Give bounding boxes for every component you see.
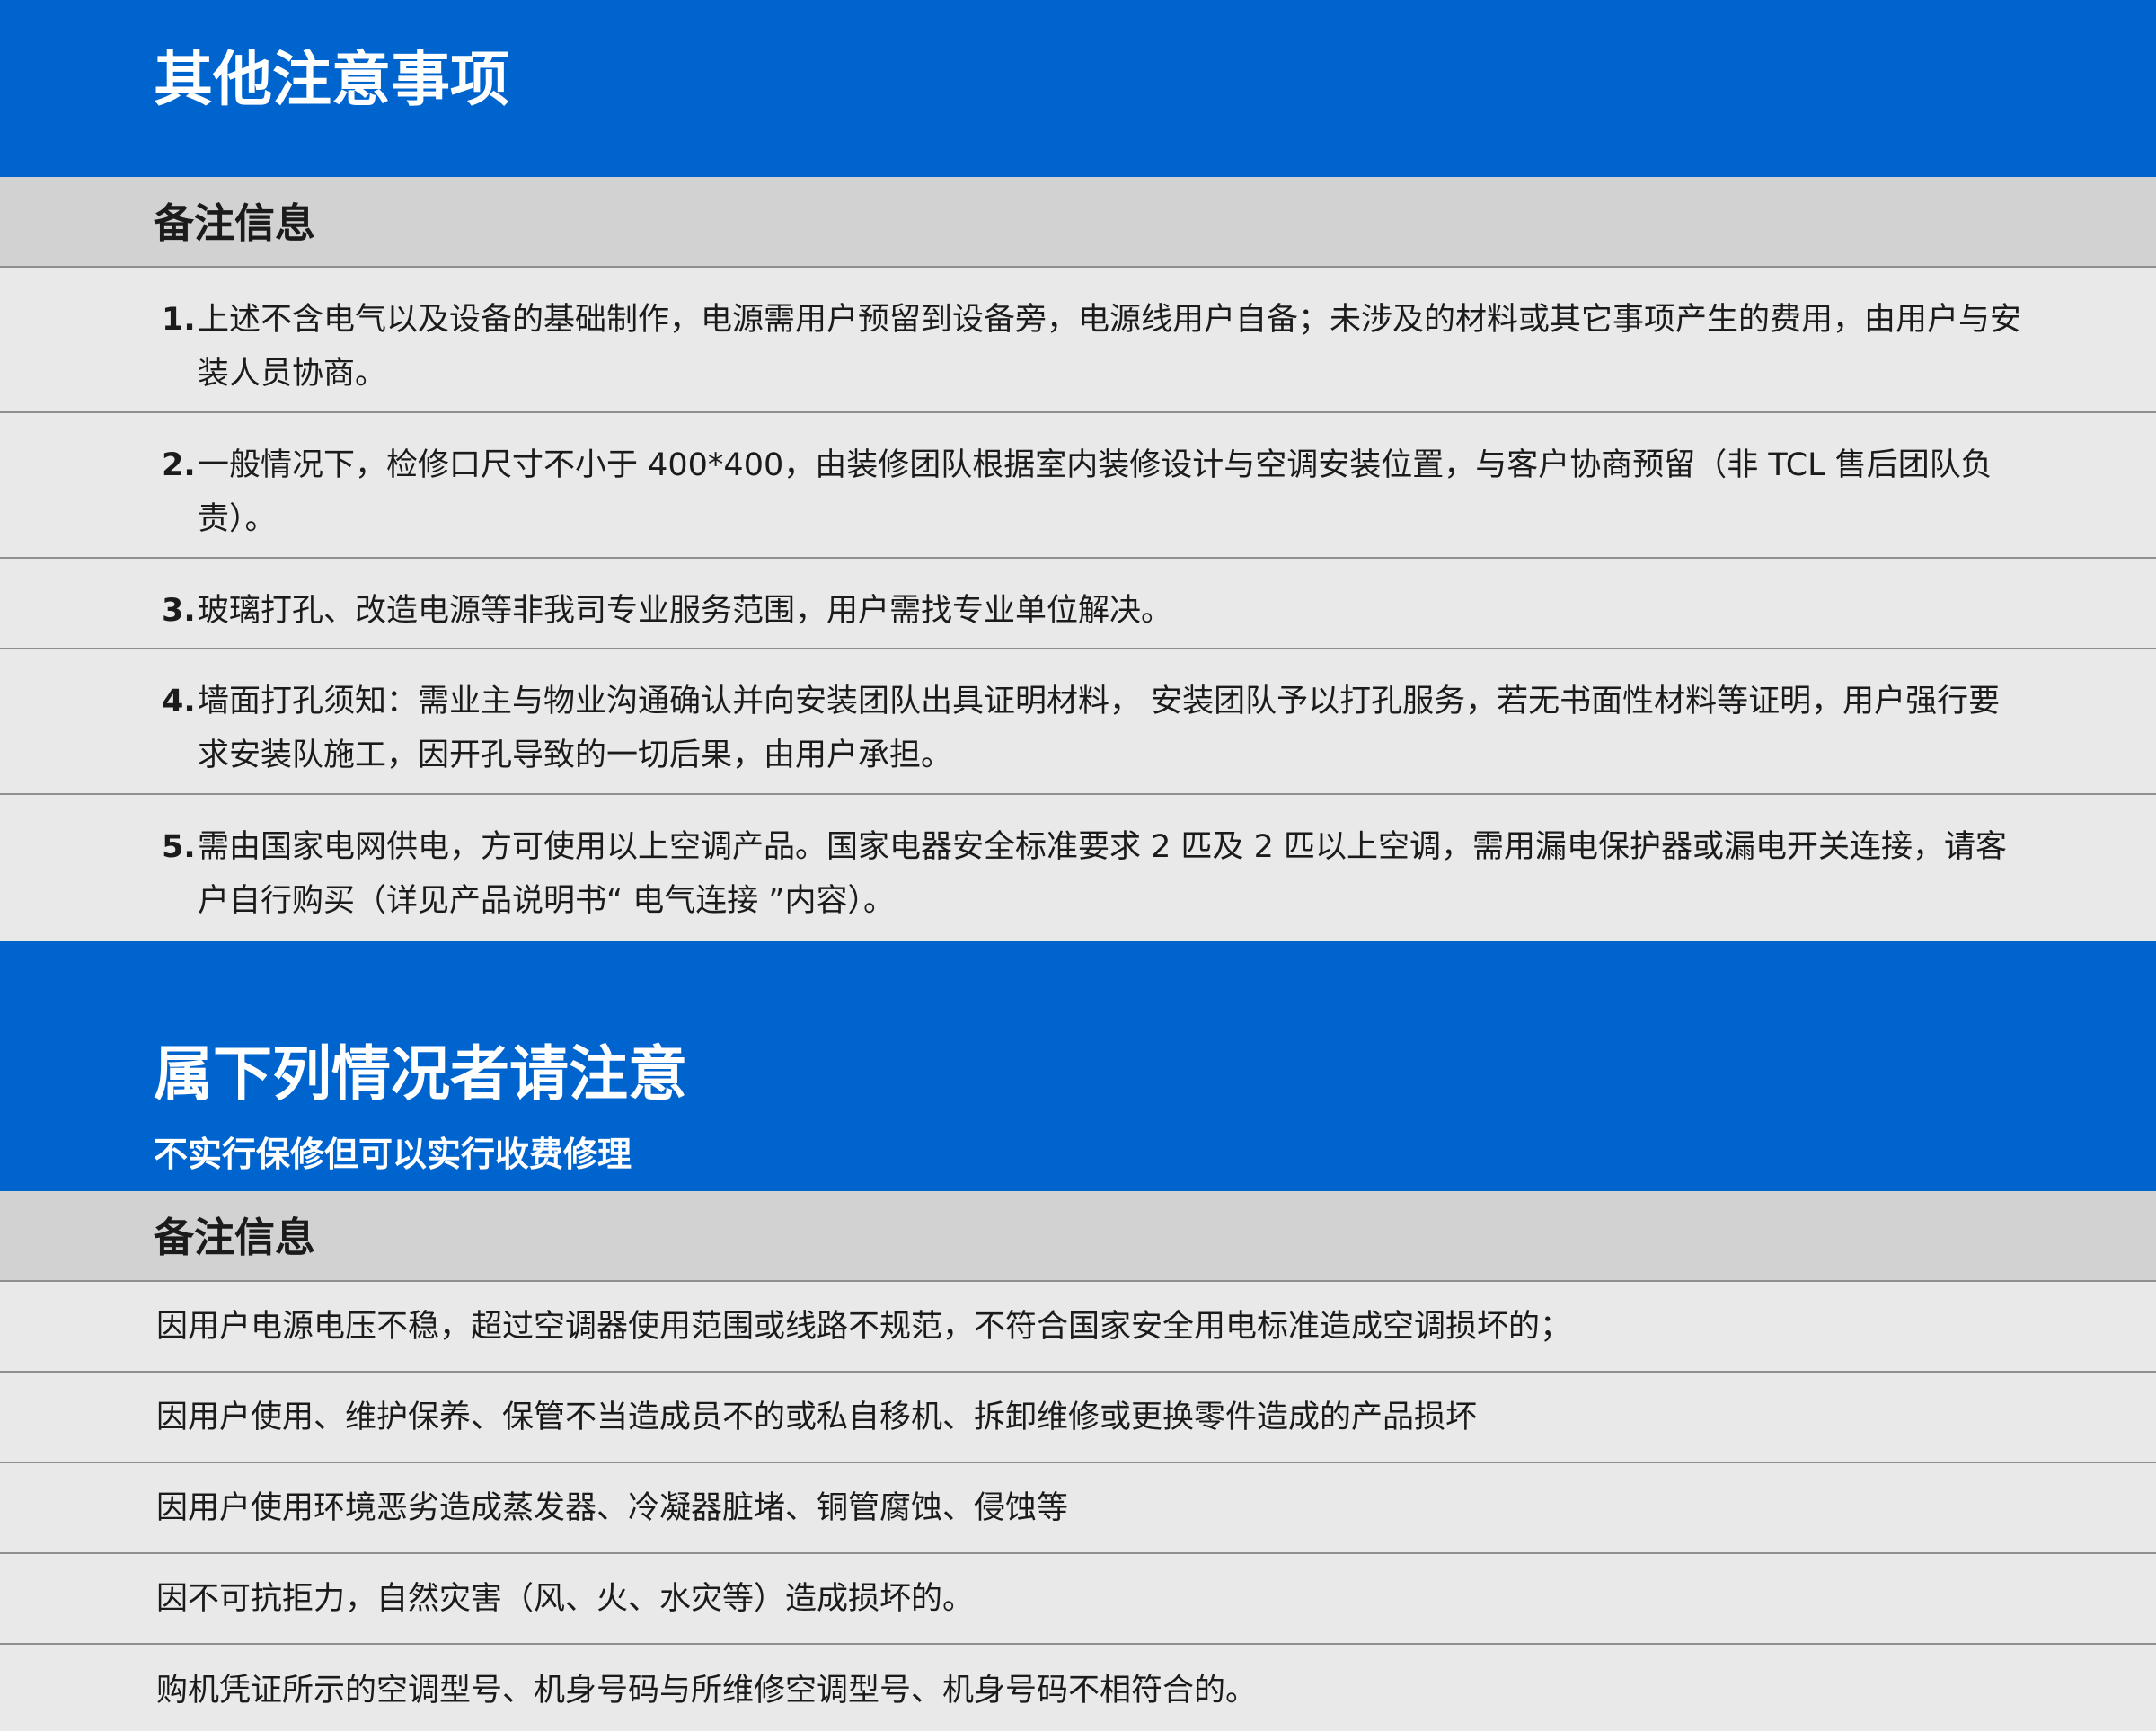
page: 其他注意事项 备注信息 1. 上述不含电气以及设备的基础制作，电源需用户预留到设… xyxy=(0,0,2156,1731)
section1-banner: 其他注意事项 xyxy=(0,0,2156,177)
note-number-2: 2. xyxy=(162,447,196,483)
note-item-5: 5. 需由国家电网供电，方可使用以上空调产品。国家电器安全标准要求 2 匹及 2… xyxy=(0,795,2156,941)
exclusion-item-1: 因用户电源电压不稳，超过空调器使用范围或线路不规范，不符合国家安全用电标准造成空… xyxy=(0,1282,2156,1373)
note-number-1: 1. xyxy=(162,302,196,338)
note-number-5: 5. xyxy=(162,829,196,865)
note-item-4: 4. 墙面打孔须知：需业主与物业沟通确认并向安装团队出具证明材料， 安装团队予以… xyxy=(0,649,2156,795)
note-number-3: 3. xyxy=(162,593,196,629)
note-item-1: 1. 上述不含电气以及设备的基础制作，电源需用户预留到设备旁，电源线用户自备；未… xyxy=(0,268,2156,413)
exclusion-item-5: 购机凭证所示的空调型号、机身号码与所维修空调型号、机身号码不相符合的。 xyxy=(0,1645,2156,1731)
exclusion-text-3: 因用户使用环境恶劣造成蒸发器、冷凝器脏堵、铜管腐蚀、侵蚀等 xyxy=(156,1489,1069,1526)
section2-subtitle: 不实行保修但可以实行收费修理 xyxy=(154,1135,632,1174)
section2-banner: 属下列情况者请注意 不实行保修但可以实行收费修理 xyxy=(0,941,2156,1191)
note-number-4: 4. xyxy=(162,684,196,720)
note-text-2: 一般情况下，检修口尺寸不小于 400*400，由装修团队根据室内装修设计与空调安… xyxy=(198,447,1993,537)
section2-notes-label: 备注信息 xyxy=(154,1214,316,1261)
note-text-1: 上述不含电气以及设备的基础制作，电源需用户预留到设备旁，电源线用户自备；未涉及的… xyxy=(198,302,2022,392)
section1-title: 其他注意事项 xyxy=(154,45,509,114)
section1-notes-label: 备注信息 xyxy=(154,199,316,247)
exclusion-text-2: 因用户使用、维护保养、保管不当造成员不的或私自移机、拆卸维修或更换零件造成的产品… xyxy=(156,1399,1478,1435)
exclusion-item-2: 因用户使用、维护保养、保管不当造成员不的或私自移机、拆卸维修或更换零件造成的产品… xyxy=(0,1373,2156,1463)
section2-title: 属下列情况者请注意 xyxy=(154,1039,687,1108)
exclusion-item-4: 因不可抗拒力，自然灾害（风、火、水灾等）造成损坏的。 xyxy=(0,1554,2156,1645)
note-item-3: 3. 玻璃打孔、改造电源等非我司专业服务范围，用户需找专业单位解决。 xyxy=(0,559,2156,649)
note-item-2: 2. 一般情况下，检修口尺寸不小于 400*400，由装修团队根据室内装修设计与… xyxy=(0,413,2156,559)
note-text-5: 需由国家电网供电，方可使用以上空调产品。国家电器安全标准要求 2 匹及 2 匹以… xyxy=(198,829,2008,919)
note-text-3: 玻璃打孔、改造电源等非我司专业服务范围，用户需找专业单位解决。 xyxy=(198,593,1173,629)
exclusion-text-5: 购机凭证所示的空调型号、机身号码与所维修空调型号、机身号码不相符合的。 xyxy=(156,1672,1258,1709)
section1-notes-header: 备注信息 xyxy=(0,177,2156,268)
exclusion-text-1: 因用户电源电压不稳，超过空调器使用范围或线路不规范，不符合国家安全用电标准造成空… xyxy=(156,1308,1572,1345)
note-text-4: 墙面打孔须知：需业主与物业沟通确认并向安装团队出具证明材料， 安装团队予以打孔服… xyxy=(198,684,2001,773)
section2-notes-list: 因用户电源电压不稳，超过空调器使用范围或线路不规范，不符合国家安全用电标准造成空… xyxy=(0,1282,2156,1731)
section1-notes-list: 1. 上述不含电气以及设备的基础制作，电源需用户预留到设备旁，电源线用户自备；未… xyxy=(0,268,2156,941)
exclusion-text-4: 因不可抗拒力，自然灾害（风、火、水灾等）造成损坏的。 xyxy=(156,1580,975,1617)
section2-notes-header: 备注信息 xyxy=(0,1191,2156,1282)
exclusion-item-3: 因用户使用环境恶劣造成蒸发器、冷凝器脏堵、铜管腐蚀、侵蚀等 xyxy=(0,1463,2156,1554)
